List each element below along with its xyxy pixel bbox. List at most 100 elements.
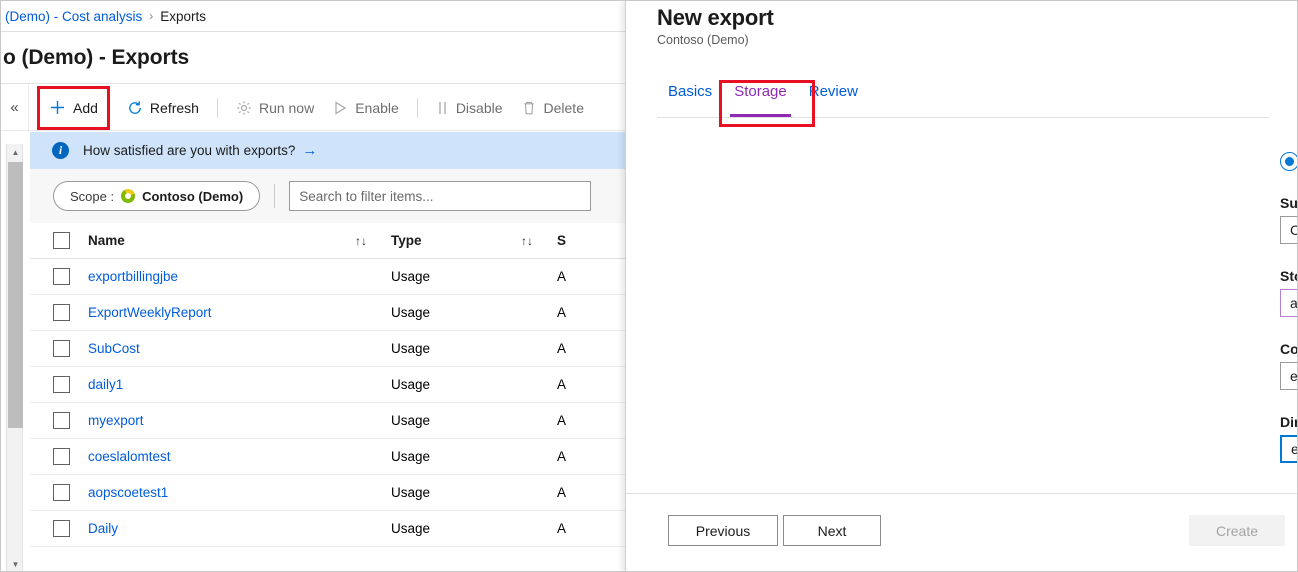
breadcrumb-parent-link[interactable]: (Demo) - Cost analysis — [5, 9, 142, 24]
tab-storage[interactable]: Storage — [723, 79, 798, 117]
subscription-value: Cost Management PM — [1290, 222, 1298, 238]
field-subscription-label-row: Subscription * i — [1280, 194, 1298, 211]
export-type: Usage — [391, 305, 521, 320]
export-name-link[interactable]: ExportWeeklyReport — [70, 305, 355, 320]
refresh-button[interactable]: Refresh — [118, 93, 208, 123]
table-row[interactable]: SubCost Usage A — [30, 331, 625, 367]
blade-scrollbar[interactable]: ▲ ▼ — [6, 144, 23, 572]
field-container: Container * i example-container — [1280, 340, 1298, 390]
pause-icon — [436, 100, 449, 116]
export-type: Usage — [391, 269, 521, 284]
run-now-button[interactable]: Run now — [227, 93, 323, 123]
container-input[interactable]: example-container — [1280, 362, 1298, 390]
export-name-link[interactable]: SubCost — [70, 341, 355, 356]
survey-banner-text: How satisfied are you with exports? — [83, 143, 295, 158]
export-type: Usage — [391, 341, 521, 356]
panel-tabs: Basics Storage Review — [657, 79, 1269, 118]
export-name-link[interactable]: Daily — [70, 521, 355, 536]
row-checkbox[interactable] — [53, 520, 70, 537]
export-name-link[interactable]: daily1 — [70, 377, 355, 392]
sort-icon-name[interactable]: ↑↓ — [355, 234, 391, 248]
add-button[interactable]: Add — [45, 93, 102, 123]
subscription-dropdown[interactable]: Cost Management PM — [1280, 216, 1298, 244]
export-name-link[interactable]: myexport — [70, 413, 355, 428]
export-name-link[interactable]: coeslalomtest — [70, 449, 355, 464]
table-row[interactable]: daily1 Usage A — [30, 367, 625, 403]
scope-label: Scope : — [70, 189, 114, 204]
plus-icon — [49, 99, 66, 116]
breadcrumb-current: Exports — [160, 9, 206, 24]
scroll-down-icon[interactable]: ▼ — [7, 556, 24, 572]
tab-review[interactable]: Review — [798, 79, 869, 117]
storage-account-value: acmblob01 — [1290, 295, 1298, 311]
field-directory-label: Directory — [1280, 414, 1298, 430]
export-type: Usage — [391, 485, 521, 500]
row-checkbox[interactable] — [53, 412, 70, 429]
field-container-label: Container — [1280, 341, 1298, 357]
field-container-label-row: Container * i — [1280, 340, 1298, 357]
scrollbar-thumb[interactable] — [8, 162, 23, 428]
field-storage-account-label-row: Storage account * i — [1280, 267, 1298, 284]
screenshot-root: (Demo) - Cost analysis › Exports o (Demo… — [0, 0, 1298, 572]
collapse-chevron-icon[interactable]: « — [1, 85, 29, 131]
export-status: A — [557, 341, 617, 356]
row-checkbox[interactable] — [53, 340, 70, 357]
table-row[interactable]: exportbillingjbeUsageA — [30, 259, 625, 295]
search-input[interactable]: Search to filter items... — [289, 181, 591, 211]
directory-input[interactable]: exports — [1280, 435, 1298, 463]
export-name-link[interactable]: aopscoetest1 — [70, 485, 355, 500]
column-header-status[interactable]: S — [557, 233, 617, 248]
table-row[interactable]: DailyUsageA — [30, 511, 625, 547]
enable-button[interactable]: Enable — [323, 93, 408, 123]
select-all-checkbox[interactable] — [53, 232, 70, 249]
command-bar: « Add Refresh — [1, 85, 625, 131]
scope-value: Contoso (Demo) — [142, 189, 243, 204]
run-now-button-label: Run now — [259, 100, 314, 116]
export-type: Usage — [391, 521, 521, 536]
toolbar-divider — [217, 98, 218, 118]
radio-use-existing[interactable]: Use existing — [1280, 145, 1298, 177]
export-status: A — [557, 305, 617, 320]
disable-button-label: Disable — [456, 100, 503, 116]
filter-bar: Scope : Contoso (Demo) Search to filter … — [30, 169, 625, 223]
survey-banner[interactable]: i How satisfied are you with exports? → — [30, 132, 625, 169]
row-checkbox[interactable] — [53, 376, 70, 393]
enable-button-label: Enable — [355, 100, 399, 116]
export-type: Usage — [391, 413, 521, 428]
row-checkbox[interactable] — [53, 268, 70, 285]
refresh-button-label: Refresh — [150, 100, 199, 116]
row-checkbox[interactable] — [53, 304, 70, 321]
gear-icon — [236, 100, 252, 116]
field-storage-account-label: Storage account — [1280, 268, 1298, 284]
storage-account-dropdown[interactable]: acmblob01 — [1280, 289, 1298, 317]
delete-button[interactable]: Delete — [512, 93, 593, 123]
arrow-right-icon[interactable]: → — [302, 142, 317, 159]
table-row[interactable]: coeslalomtestUsageA — [30, 439, 625, 475]
play-icon — [332, 100, 348, 116]
export-status: A — [557, 377, 617, 392]
field-directory-label-row: Directory * i — [1280, 413, 1298, 430]
next-button[interactable]: Next — [783, 515, 881, 546]
scope-picker[interactable]: Scope : Contoso (Demo) — [53, 181, 260, 211]
scroll-up-icon[interactable]: ▲ — [7, 144, 24, 160]
table-row[interactable]: ExportWeeklyReport Usage A — [30, 295, 625, 331]
table-row[interactable]: aopscoetest1UsageA — [30, 475, 625, 511]
breadcrumb-separator-icon: › — [149, 9, 153, 23]
disable-button[interactable]: Disable — [427, 93, 512, 123]
page-title: o (Demo) - Exports — [1, 32, 625, 84]
row-checkbox[interactable] — [53, 484, 70, 501]
column-header-name[interactable]: Name — [70, 233, 355, 248]
filter-divider — [274, 184, 275, 208]
panel-subtitle: Contoso (Demo) — [657, 33, 749, 47]
tab-basics[interactable]: Basics — [657, 79, 723, 117]
sort-icon-type[interactable]: ↑↓ — [521, 234, 557, 248]
row-checkbox[interactable] — [53, 448, 70, 465]
table-row[interactable]: myexportUsageA — [30, 403, 625, 439]
storage-mode-radio-group: Use existing Create new — [1280, 145, 1298, 177]
previous-button[interactable]: Previous — [668, 515, 778, 546]
add-button-highlight: Add — [45, 93, 102, 123]
column-header-type[interactable]: Type — [391, 233, 521, 248]
export-type: Usage — [391, 377, 521, 392]
field-subscription-label: Subscription — [1280, 195, 1298, 211]
export-name-link[interactable]: exportbillingjbe — [70, 269, 355, 284]
